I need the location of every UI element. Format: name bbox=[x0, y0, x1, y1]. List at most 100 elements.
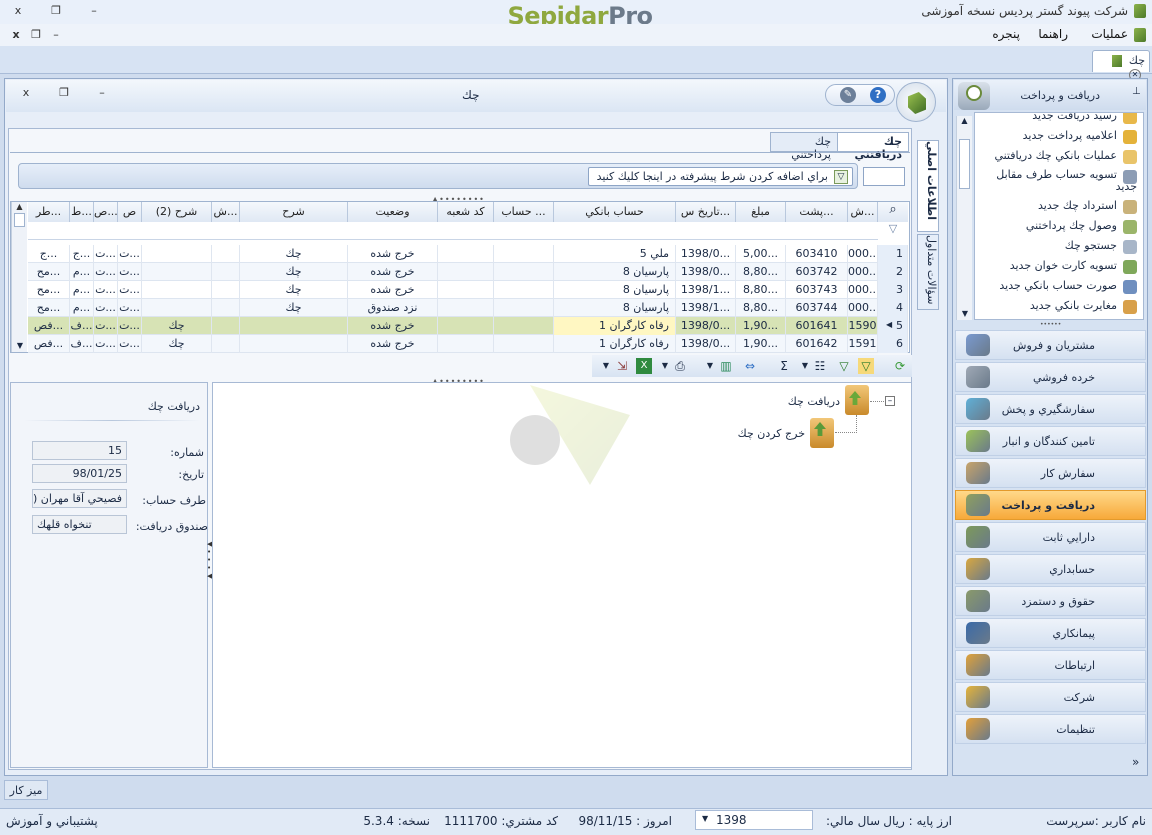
vtab-main-info[interactable]: اطلاعات اصلي bbox=[917, 140, 939, 232]
export-dropdown-icon[interactable]: ▼ bbox=[598, 358, 614, 374]
mdi-close-button[interactable]: x bbox=[6, 28, 26, 41]
table-row[interactable]: 000... 603410 5,00... 1398/0... ملي 5 خرج شده… bbox=[28, 245, 908, 263]
grid-filter-row-icon[interactable]: ▽ bbox=[878, 222, 908, 240]
fiscal-dropdown-icon[interactable]: ▼ bbox=[702, 814, 708, 823]
grid-column-header[interactable]: مبلغ bbox=[736, 202, 786, 222]
grid-vertical-scrollbar[interactable]: ▲ ▼ bbox=[11, 202, 27, 352]
tree-collapse-icon[interactable]: – bbox=[885, 396, 895, 406]
grid-column-header[interactable]: شرح (2) bbox=[142, 202, 212, 222]
desk-tab[interactable]: ميز كار bbox=[4, 780, 48, 800]
nav-splitter[interactable]: •••••• bbox=[1040, 321, 1061, 328]
group-dropdown-icon[interactable]: ▼ bbox=[797, 358, 813, 374]
menu-operations[interactable]: عملیات bbox=[1091, 27, 1128, 41]
row-index[interactable]: 2 bbox=[878, 263, 908, 281]
nav-task-item[interactable]: جستجو چك bbox=[977, 239, 1137, 254]
columns-dropdown-icon[interactable]: ▼ bbox=[702, 358, 718, 374]
nav-task-item[interactable]: تسويه كارت خوان جديد bbox=[977, 259, 1137, 274]
refresh-icon[interactable]: ⟳ bbox=[892, 358, 908, 374]
nav-module-button[interactable]: حقوق و دستمزد bbox=[955, 586, 1146, 616]
nav-module-button[interactable]: شركت bbox=[955, 682, 1146, 712]
grid-column-header[interactable]: وضعيت bbox=[348, 202, 438, 222]
grid-column-header[interactable]: ط... bbox=[70, 202, 94, 222]
nav-task-item[interactable]: مغايرت بانكي جديد bbox=[977, 299, 1137, 314]
grid-column-header[interactable]: ش... bbox=[212, 202, 240, 222]
nav-task-item[interactable]: تسويه حساب طرف مقابل جديد bbox=[977, 169, 1137, 193]
child-restore-button[interactable]: ❐ bbox=[54, 86, 74, 99]
export-icon[interactable]: ⇲ bbox=[614, 358, 630, 374]
row-index[interactable]: 1 bbox=[878, 245, 908, 263]
nav-module-button[interactable]: پيمانكاري bbox=[955, 618, 1146, 648]
grid-column-header[interactable]: تاريخ س... bbox=[676, 202, 736, 222]
nav-task-item[interactable]: عمليات بانكي چك دريافتني bbox=[977, 149, 1137, 164]
group-icon[interactable]: ☷ bbox=[812, 358, 828, 374]
flow-node-spend[interactable]: خرج كردن چك bbox=[720, 427, 805, 440]
menu-guide[interactable]: راهنما bbox=[1038, 27, 1068, 41]
nav-task-item[interactable]: استرداد چك جديد bbox=[977, 199, 1137, 214]
grid-column-header[interactable]: ص... bbox=[94, 202, 118, 222]
app-restore-button[interactable]: ❐ bbox=[46, 4, 66, 17]
columns-icon[interactable]: ▥ bbox=[718, 358, 734, 374]
add-advanced-condition-button[interactable]: براي اضافه كردن شرط پيشرفته در اينجا كلي… bbox=[588, 167, 853, 186]
nav-scroll-up-icon[interactable]: ▲ bbox=[957, 116, 972, 125]
table-row[interactable]: 000... 603744 8,80... 1398/1... پارسيان 8 نزد… bbox=[28, 299, 908, 317]
nav-module-button[interactable]: سفارش كار bbox=[955, 458, 1146, 488]
nav-list-scrollbar[interactable]: ▲ ▼ bbox=[956, 116, 972, 320]
panel-splitter[interactable]: ◀ • • • ◀ bbox=[207, 540, 212, 610]
app-close-button[interactable]: x bbox=[8, 4, 28, 17]
nav-module-button[interactable]: تامين كنندگان و انبار bbox=[955, 426, 1146, 456]
grid-column-header[interactable]: ش... bbox=[848, 202, 878, 222]
nav-task-item[interactable]: صورت حساب بانكي جديد bbox=[977, 279, 1137, 294]
print-icon[interactable]: ⎙ bbox=[672, 358, 688, 374]
scroll-down-icon[interactable]: ▼ bbox=[12, 341, 28, 350]
nav-task-item[interactable]: اعلاميه پرداخت جديد bbox=[977, 129, 1137, 144]
tools-icon[interactable]: ✎ bbox=[840, 87, 856, 103]
nav-module-button[interactable]: تنظيمات bbox=[955, 714, 1146, 744]
nav-scroll-down-icon[interactable]: ▼ bbox=[957, 309, 973, 318]
grid-filter-row[interactable] bbox=[28, 222, 878, 240]
splitter-bottom[interactable]: ▲•••••••• bbox=[432, 377, 484, 386]
vtab-frequent-questions[interactable]: سؤالات متداول bbox=[917, 234, 939, 310]
table-row[interactable]: 000... 603743 8,80... 1398/1... پارسيان 8 خرج… bbox=[28, 281, 908, 299]
fit-columns-icon[interactable]: ⇔ bbox=[742, 358, 758, 374]
excel-icon[interactable]: X bbox=[636, 358, 652, 374]
grid-column-header[interactable]: حساب بانكي bbox=[554, 202, 676, 222]
mdi-minimize-button[interactable]: – bbox=[46, 28, 66, 41]
filter-value-box[interactable] bbox=[863, 167, 905, 186]
nav-expand-icon[interactable]: » bbox=[1132, 755, 1139, 769]
fiscal-year-select[interactable]: ▼ 1398 bbox=[695, 810, 813, 830]
child-close-button[interactable]: x bbox=[16, 86, 36, 99]
tab-paid-cheque[interactable]: چك پرداختني bbox=[770, 132, 838, 161]
filter-toggle-icon[interactable]: ▽ bbox=[858, 358, 874, 374]
tab-received-cheque[interactable]: چك دريافتني bbox=[837, 132, 909, 161]
scroll-up-icon[interactable]: ▲ bbox=[12, 202, 27, 211]
nav-task-item[interactable]: وصول چك پرداختني bbox=[977, 219, 1137, 234]
table-row[interactable]: 000... 603742 8,80... 1398/0... پارسيان 8 خرج… bbox=[28, 263, 908, 281]
grid-column-header[interactable]: طر... bbox=[28, 202, 70, 222]
sum-icon[interactable]: Σ bbox=[776, 358, 792, 374]
grid-column-header[interactable]: ص bbox=[118, 202, 142, 222]
mdi-restore-button[interactable]: ❐ bbox=[26, 28, 46, 41]
nav-module-button[interactable]: دريافت و پرداخت bbox=[955, 490, 1146, 520]
child-minimize-button[interactable]: – bbox=[92, 86, 112, 99]
grid-column-header[interactable]: حساب ... bbox=[494, 202, 554, 222]
grid-column-header[interactable]: كد شعبه bbox=[438, 202, 494, 222]
grid-column-header[interactable]: پشت... bbox=[786, 202, 848, 222]
nav-module-button[interactable]: دارايي ثابت bbox=[955, 522, 1146, 552]
nav-module-button[interactable]: خرده فروشي bbox=[955, 362, 1146, 392]
scroll-thumb[interactable] bbox=[14, 213, 25, 227]
sepidar-orb-icon[interactable] bbox=[896, 82, 936, 122]
print-dropdown-icon[interactable]: ▼ bbox=[657, 358, 673, 374]
row-index[interactable]: 3 bbox=[878, 281, 908, 299]
grid-search-icon[interactable]: ⌕ bbox=[878, 202, 908, 222]
nav-module-button[interactable]: مشتريان و فروش bbox=[955, 330, 1146, 360]
help-icon[interactable]: ? bbox=[870, 87, 886, 103]
row-index[interactable]: 4 bbox=[878, 299, 908, 317]
pin-icon[interactable]: ⊥ bbox=[1132, 86, 1141, 97]
flow-node-receive[interactable]: دريافت چك bbox=[760, 395, 840, 408]
menu-window[interactable]: پنجره bbox=[992, 27, 1020, 41]
row-index[interactable]: 5 bbox=[878, 317, 908, 335]
nav-module-button[interactable]: سفارشگيري و پخش bbox=[955, 394, 1146, 424]
nav-module-button[interactable]: ارتباطات bbox=[955, 650, 1146, 680]
table-row[interactable]: 1590 601641 1,90... 1398/0... رفاه كارگران 1… bbox=[28, 317, 908, 335]
splitter-top[interactable]: ▲•••••••• bbox=[432, 195, 484, 204]
